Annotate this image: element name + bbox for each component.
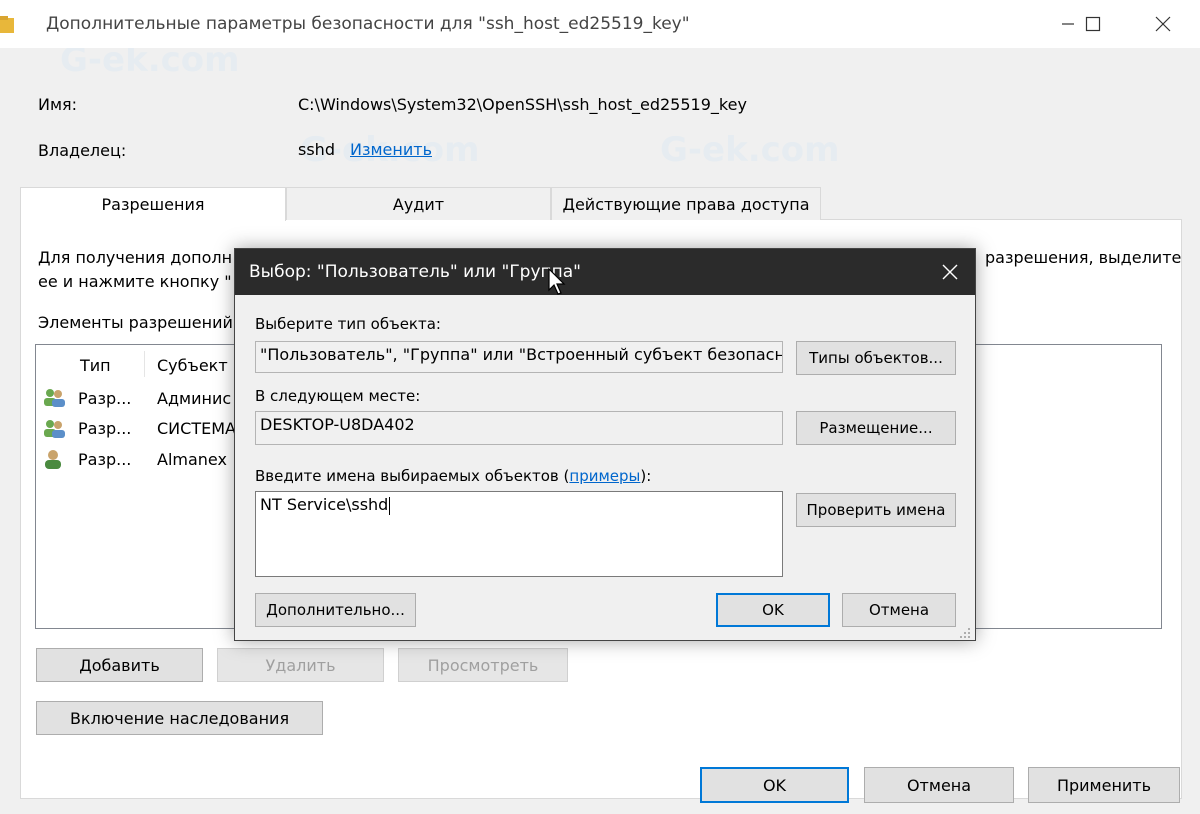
window-title: Дополнительные параметры безопасности дл… [46,14,690,34]
maximize-button[interactable] [1070,0,1116,48]
tab-audit[interactable]: Аудит [286,187,551,220]
locations-button[interactable]: Размещение... [796,411,956,445]
file-path: C:\Windows\System32\OpenSSH\ssh_host_ed2… [298,95,747,114]
description-text: Для получения дополн [38,248,233,267]
cancel-button[interactable]: Отмена [864,767,1014,803]
folder-icon [0,16,14,34]
dialog-title-bar: Выбор: "Пользователь" или "Группа" [235,249,975,295]
names-label-prefix: Введите имена выбираемых объектов ( [255,467,570,485]
change-owner-link[interactable]: Изменить [350,140,432,159]
description-text-end: разрешения, выделите [985,248,1182,267]
group-users-icon [42,418,66,438]
maximize-icon [1085,16,1101,32]
title-bar: Дополнительные параметры безопасности дл… [0,0,1200,48]
close-icon [942,264,958,280]
apply-button[interactable]: Применить [1028,767,1180,803]
group-users-icon [42,387,66,407]
close-icon [1155,16,1171,32]
select-user-group-dialog: Выбор: "Пользователь" или "Группа" Выбер… [234,248,976,641]
location-field: DESKTOP-U8DA402 [255,411,783,445]
column-header-type[interactable]: Тип [80,356,111,375]
dialog-ok-button[interactable]: OK [716,593,830,627]
close-button[interactable] [1140,0,1186,48]
row-subject: Админис [157,389,232,408]
name-label: Имя: [38,95,78,114]
object-type-field: "Пользователь", "Группа" или "Встроенный… [255,341,783,373]
object-names-value: NT Service\sshd [260,495,389,514]
view-button[interactable]: Просмотреть [398,648,568,682]
row-type: Разр... [78,389,132,408]
advanced-button[interactable]: Дополнительно... [255,593,416,627]
tab-permissions[interactable]: Разрешения [20,187,286,221]
check-names-button[interactable]: Проверить имена [796,493,956,527]
object-types-button[interactable]: Типы объектов... [796,341,956,375]
examples-link[interactable]: примеры [569,467,640,485]
object-names-input[interactable]: NT Service\sshd [255,491,783,577]
names-label-suffix: ): [640,467,652,485]
row-type: Разр... [78,450,132,469]
owner-label: Владелец: [38,141,127,160]
enable-inheritance-button[interactable]: Включение наследования [36,701,323,735]
remove-button[interactable]: Удалить [217,648,384,682]
mouse-cursor-icon [548,267,566,300]
dialog-title: Выбор: "Пользователь" или "Группа" [249,262,581,282]
column-divider [144,351,145,377]
user-icon [42,449,66,469]
location-label: В следующем месте: [255,387,421,405]
object-type-label: Выберите тип объекта: [255,315,441,333]
tab-effective-access[interactable]: Действующие права доступа [551,187,821,220]
watermark: G-ek.com [660,130,840,170]
permission-entries-label: Элементы разрешений [38,313,233,332]
dialog-cancel-button[interactable]: Отмена [842,593,956,627]
owner-value: sshd [298,140,335,159]
row-subject: СИСТЕМА [157,419,236,438]
resize-grip-icon[interactable] [957,624,971,638]
row-subject: Almanex [157,450,227,469]
column-header-subject[interactable]: Субъект [157,356,228,375]
add-button[interactable]: Добавить [36,648,203,682]
dialog-close-button[interactable] [935,257,965,287]
description-text-line2: ее и нажмите кнопку " [38,272,232,291]
row-type: Разр... [78,419,132,438]
names-label: Введите имена выбираемых объектов (приме… [255,467,651,485]
text-cursor [389,496,391,515]
ok-button[interactable]: OK [700,767,849,803]
